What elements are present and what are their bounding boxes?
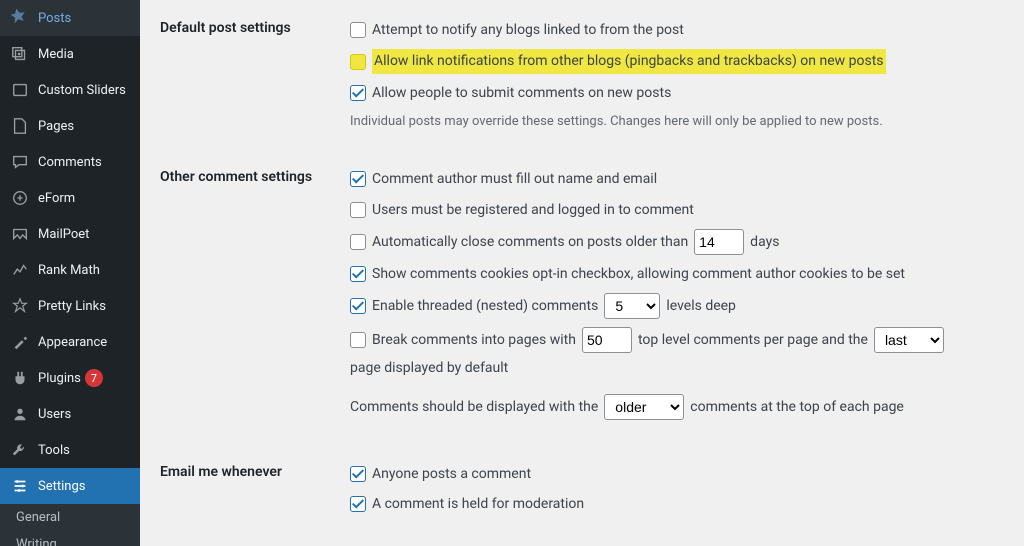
sidebar-label: eForm [38, 191, 75, 206]
page-icon [10, 116, 30, 136]
auto-close-days-input[interactable] [694, 229, 744, 255]
comment-icon [10, 152, 30, 172]
paginate-label-pre: Break comments into pages with [372, 329, 576, 351]
allow-comments-checkbox[interactable] [350, 85, 366, 101]
admin-sidebar: Posts Media Custom Sliders Pages Comment… [0, 0, 140, 546]
threaded-comments-label-pre: Enable threaded (nested) comments [372, 295, 598, 317]
threaded-comments-label-post: levels deep [666, 295, 736, 317]
sidebar-item-appearance[interactable]: Appearance [0, 324, 140, 360]
sidebar-label: Pages [38, 119, 74, 134]
thread-depth-select[interactable]: 5 [604, 293, 660, 319]
paginate-comments-checkbox[interactable] [350, 332, 366, 348]
email-on-comment-label: Anyone posts a comment [372, 463, 531, 485]
sidebar-label: Pretty Links [38, 299, 106, 314]
cookies-optin-label: Show comments cookies opt-in checkbox, a… [372, 263, 905, 285]
notify-blogs-checkbox[interactable] [350, 22, 366, 38]
default-post-description: Individual posts may override these sett… [350, 108, 994, 129]
sidebar-item-plugins[interactable]: Plugins 7 [0, 360, 140, 396]
sidebar-sub-writing[interactable]: Writing [0, 531, 140, 546]
sidebar-label: Appearance [38, 335, 107, 350]
section-heading-email-me: Email me whenever [160, 444, 350, 540]
sidebar-item-tools[interactable]: Tools [0, 432, 140, 468]
pin-icon [10, 8, 30, 28]
sidebar-label: Custom Sliders [38, 83, 126, 98]
comment-order-select[interactable]: older [604, 394, 684, 420]
section-heading-default-post: Default post settings [160, 0, 350, 149]
email-on-comment-checkbox[interactable] [350, 466, 366, 482]
comment-order-label-post: comments at the top of each page [690, 396, 904, 418]
paginate-label-mid: top level comments per page and the [638, 329, 868, 351]
appearance-icon [10, 332, 30, 352]
media-icon [10, 44, 30, 64]
star-icon [10, 296, 30, 316]
sidebar-label: Rank Math [38, 263, 100, 278]
sidebar-item-posts[interactable]: Posts [0, 0, 140, 36]
comments-per-page-input[interactable] [582, 327, 632, 353]
sliders-icon [10, 80, 30, 100]
require-name-email-checkbox[interactable] [350, 171, 366, 187]
paginate-label-post: page displayed by default [350, 357, 508, 379]
sidebar-item-media[interactable]: Media [0, 36, 140, 72]
sidebar-label: Media [38, 47, 74, 62]
sidebar-item-mailpoet[interactable]: MailPoet [0, 216, 140, 252]
settings-content: Default post settings Attempt to notify … [140, 0, 1024, 546]
auto-close-label-post: days [750, 231, 779, 253]
sidebar-item-eform[interactable]: eForm [0, 180, 140, 216]
tools-icon [10, 440, 30, 460]
sidebar-item-rankmath[interactable]: Rank Math [0, 252, 140, 288]
allow-pingbacks-label: Allow link notifications from other blog… [372, 49, 886, 73]
sidebar-item-comments[interactable]: Comments [0, 144, 140, 180]
default-page-select[interactable]: last [874, 327, 944, 353]
users-icon [10, 404, 30, 424]
plugins-icon [10, 368, 30, 388]
sidebar-label: Posts [38, 11, 71, 26]
settings-icon [10, 476, 30, 496]
sidebar-item-pages[interactable]: Pages [0, 108, 140, 144]
plugins-update-badge: 7 [85, 369, 103, 387]
sidebar-label: Users [38, 407, 71, 422]
cookies-optin-checkbox[interactable] [350, 266, 366, 282]
section-heading-before-appears: Before a comment appears [160, 540, 350, 546]
eform-icon [10, 188, 30, 208]
threaded-comments-checkbox[interactable] [350, 298, 366, 314]
sidebar-label: MailPoet [38, 227, 89, 242]
comment-order-label-pre: Comments should be displayed with the [350, 396, 598, 418]
sidebar-item-custom-sliders[interactable]: Custom Sliders [0, 72, 140, 108]
notify-blogs-label: Attempt to notify any blogs linked to fr… [372, 19, 684, 41]
allow-comments-label: Allow people to submit comments on new p… [372, 82, 671, 104]
section-heading-other-comment: Other comment settings [160, 149, 350, 444]
rankmath-icon [10, 260, 30, 280]
require-registration-label: Users must be registered and logged in t… [372, 199, 694, 221]
sidebar-item-users[interactable]: Users [0, 396, 140, 432]
require-registration-checkbox[interactable] [350, 202, 366, 218]
sidebar-item-settings[interactable]: Settings [0, 468, 140, 504]
auto-close-label-pre: Automatically close comments on posts ol… [372, 231, 688, 253]
sidebar-label: Plugins [38, 371, 81, 386]
email-on-moderation-label: A comment is held for moderation [372, 493, 584, 515]
sidebar-label: Tools [38, 443, 70, 458]
sidebar-label: Comments [38, 155, 102, 170]
allow-pingbacks-checkbox[interactable] [350, 54, 366, 70]
mailpoet-icon [10, 224, 30, 244]
auto-close-checkbox[interactable] [350, 234, 366, 250]
sidebar-label: Settings [38, 479, 85, 494]
sidebar-sub-general[interactable]: General [0, 504, 140, 531]
sidebar-item-prettylinks[interactable]: Pretty Links [0, 288, 140, 324]
require-name-email-label: Comment author must fill out name and em… [372, 168, 657, 190]
email-on-moderation-checkbox[interactable] [350, 496, 366, 512]
